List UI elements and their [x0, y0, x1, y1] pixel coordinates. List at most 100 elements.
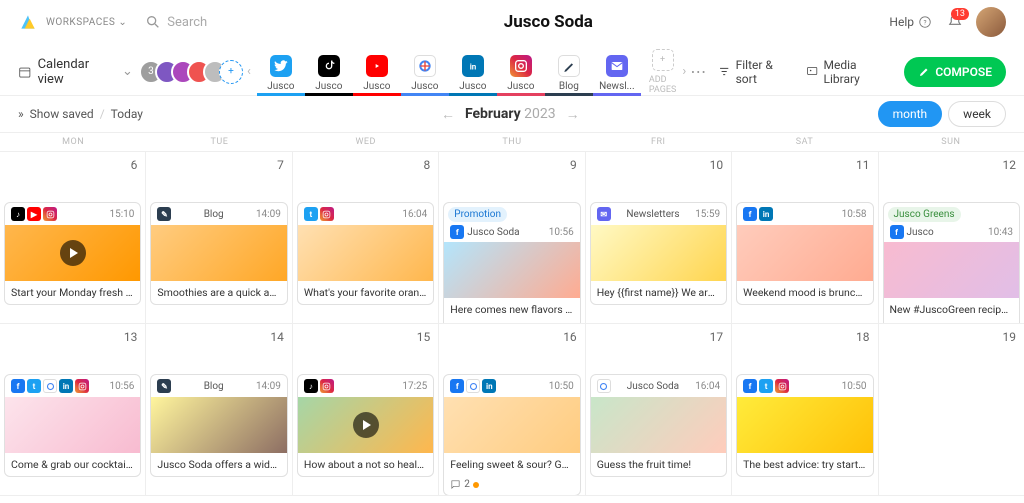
post-thumbnail: [5, 225, 140, 281]
post-card[interactable]: PromotionfJusco Soda10:56Here comes new …: [443, 202, 580, 324]
day-header: TUE: [146, 133, 292, 151]
day-number: 9: [443, 156, 580, 174]
post-account: fJusco Soda: [450, 225, 519, 239]
calendar-row: 6♪▶15:10Start your Monday fresh with o..…: [0, 152, 1024, 324]
channel-tab-gm[interactable]: Jusco: [401, 51, 449, 92]
day-number: 8: [297, 156, 434, 174]
month-view-button[interactable]: month: [878, 101, 943, 127]
week-view-button[interactable]: week: [948, 101, 1006, 127]
today-link[interactable]: Today: [111, 107, 143, 121]
post-card[interactable]: ft10:50The best advice: try starting yo.…: [736, 374, 873, 477]
post-card[interactable]: ✎Blog14:09Smoothies are a quick and easy…: [150, 202, 287, 305]
add-collaborator[interactable]: +: [219, 60, 243, 84]
calendar-cell[interactable]: 12Jusco GreensfJusco10:43New #JuscoGreen…: [879, 152, 1024, 324]
post-caption: Come & grab our cocktails this ...: [5, 453, 140, 476]
post-card[interactable]: ✉Newsletters15:59Hey {{first name}} We a…: [590, 202, 727, 305]
compose-icon: [918, 66, 930, 78]
post-channels: fin: [743, 207, 773, 221]
post-time: 15:59: [695, 209, 720, 220]
search-icon: [145, 14, 161, 30]
calendar-cell[interactable]: 16fin10:50Feeling sweet & sour? Get the …: [439, 324, 585, 496]
status-dot: [473, 482, 479, 488]
calendar-cell[interactable]: 13 ftin10:56Come & grab our cocktails thi…: [0, 324, 146, 496]
post-thumbnail: [151, 225, 286, 281]
prev-month[interactable]: ←: [441, 106, 455, 123]
filter-sort-button[interactable]: Filter & sort: [718, 58, 794, 86]
next-month[interactable]: →: [566, 106, 580, 123]
chevron-down-icon: ⌄: [122, 64, 133, 79]
post-caption: New #JuscoGreen recipe comin...: [884, 298, 1019, 321]
calendar-cell[interactable]: 9 PromotionfJusco Soda10:56Here comes new…: [439, 152, 585, 324]
calendar-cell[interactable]: 6♪▶15:10Start your Monday fresh with o..…: [0, 152, 146, 324]
day-headers: MONTUEWEDTHUFRISATSUN: [0, 132, 1024, 152]
view-selector[interactable]: Calendar view ⌄: [18, 57, 133, 87]
channel-tab-ig[interactable]: Jusco: [497, 51, 545, 92]
post-card[interactable]: ftin10:56Come & grab our cocktails this …: [4, 374, 141, 477]
calendar-cell[interactable]: 10 ✉Newsletters15:59Hey {{first name}} We…: [586, 152, 732, 324]
more-menu[interactable]: ⋯: [690, 62, 706, 81]
channel-tab-tw[interactable]: Jusco: [257, 51, 305, 92]
calendar-cell[interactable]: 15 ♪17:25How about a not so healthy trea.…: [293, 324, 439, 496]
post-card[interactable]: fin10:50Feeling sweet & sour? Get the j.…: [443, 374, 580, 496]
post-channels: ✎: [157, 379, 171, 393]
calendar-cell[interactable]: 18 ft10:50The best advice: try starting y…: [732, 324, 878, 496]
play-icon: [353, 412, 379, 438]
channels-next[interactable]: ›: [678, 60, 690, 83]
svg-text:in: in: [470, 62, 477, 71]
day-number: 13: [4, 328, 141, 346]
compose-button[interactable]: COMPOSE: [904, 57, 1006, 87]
channel-tab-bl[interactable]: Blog: [545, 51, 593, 92]
channel-tab-tk[interactable]: Jusco: [305, 51, 353, 92]
post-card[interactable]: t16:04What's your favorite orange co...: [297, 202, 434, 305]
help-icon: ?: [918, 15, 932, 29]
post-card[interactable]: ♪▶15:10Start your Monday fresh with o...: [4, 202, 141, 305]
post-card[interactable]: fin10:58Weekend mood is brunch mood...: [736, 202, 873, 305]
post-thumbnail: [884, 242, 1019, 298]
user-avatar[interactable]: [976, 7, 1006, 37]
post-caption: Hey {{first name}} We are excite...: [591, 281, 726, 304]
image-icon: [806, 65, 818, 78]
channel-tab-yt[interactable]: Jusco: [353, 51, 401, 92]
channels-prev[interactable]: ‹: [243, 60, 255, 83]
post-card[interactable]: ✎Blog14:09Jusco Soda offers a wide range…: [150, 374, 287, 477]
search-input[interactable]: Search: [145, 14, 207, 30]
calendar-grid: 6♪▶15:10Start your Monday fresh with o..…: [0, 152, 1024, 496]
app-logo: [18, 12, 38, 32]
add-pages-button[interactable]: + ADD PAGES: [649, 49, 676, 95]
calendar-cell[interactable]: 11fin10:58Weekend mood is brunch mood...: [732, 152, 878, 324]
calendar-cell[interactable]: 7✎Blog14:09Smoothies are a quick and eas…: [146, 152, 292, 324]
post-channels: ft: [743, 379, 789, 393]
calendar-cell[interactable]: 17 Jusco Soda16:04Guess the fruit time!: [586, 324, 732, 496]
calendar-icon: [18, 65, 32, 79]
day-number: 17: [590, 328, 727, 346]
comment-icon: [450, 479, 461, 490]
channel-tab-nl[interactable]: Newsl...: [593, 51, 641, 92]
post-channels: ftin: [11, 379, 89, 393]
notifications-button[interactable]: 13: [946, 13, 964, 31]
view-toggle: month week: [878, 101, 1006, 127]
day-number: 18: [736, 328, 873, 346]
workspaces-dropdown[interactable]: WORKSPACES ⌄: [46, 17, 127, 28]
post-card[interactable]: Jusco GreensfJusco10:43New #JuscoGreen r…: [883, 202, 1020, 324]
calendar-cell[interactable]: 19: [879, 324, 1024, 496]
post-time: 14:09: [256, 381, 281, 392]
post-time: 16:04: [402, 209, 427, 220]
calendar-cell[interactable]: 14✎Blog14:09Jusco Soda offers a wide ran…: [146, 324, 292, 496]
day-number: 10: [590, 156, 727, 174]
post-thumbnail: [444, 242, 579, 298]
calendar-row: 13 ftin10:56Come & grab our cocktails thi…: [0, 324, 1024, 496]
day-number: 15: [297, 328, 434, 346]
post-thumbnail: [298, 397, 433, 453]
channel-tab-li[interactable]: inJusco: [449, 51, 497, 92]
calendar-cell[interactable]: 8 t16:04What's your favorite orange co...: [293, 152, 439, 324]
media-library-button[interactable]: Media Library: [806, 58, 892, 86]
post-thumbnail: [5, 397, 140, 453]
post-card[interactable]: Jusco Soda16:04Guess the fruit time!: [590, 374, 727, 477]
post-thumbnail: [737, 225, 872, 281]
help-link[interactable]: Help ?: [889, 15, 932, 29]
post-thumbnail: [151, 397, 286, 453]
collaborator-stack[interactable]: 3 +: [147, 60, 243, 84]
post-caption: Here comes new flavors 🍑 🍊 I...: [444, 298, 579, 321]
post-card[interactable]: ♪17:25How about a not so healthy trea...: [297, 374, 434, 477]
show-saved-toggle[interactable]: » Show saved / Today: [18, 107, 143, 121]
